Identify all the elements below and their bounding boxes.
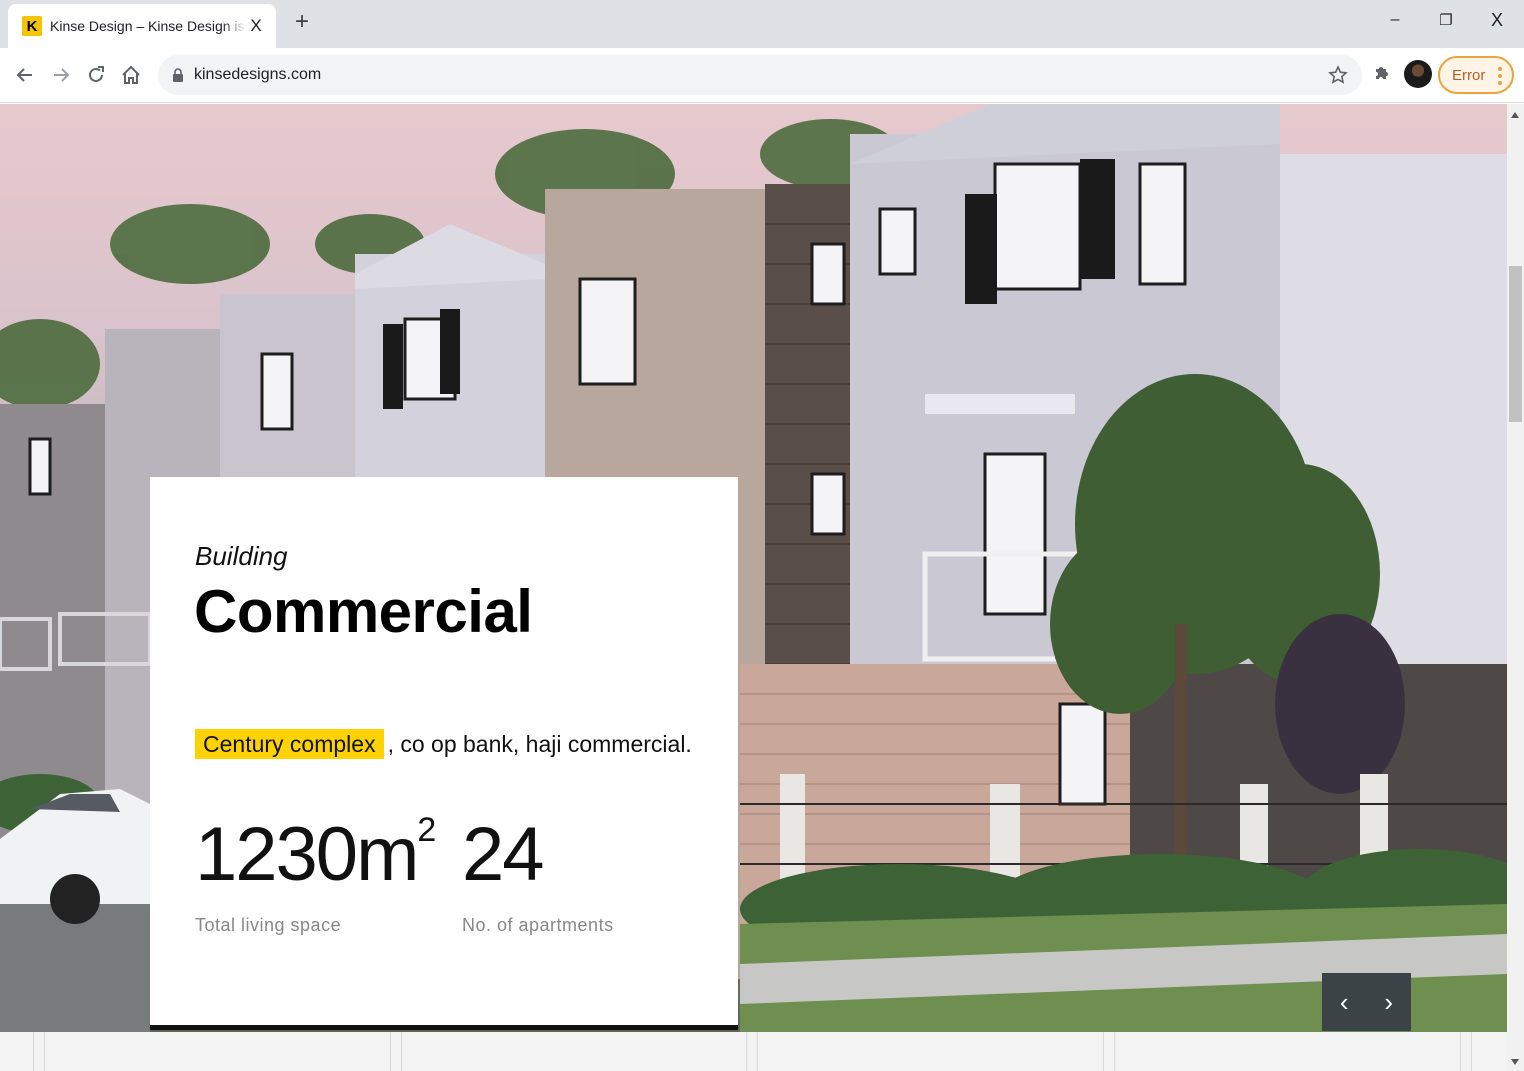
stat-value: 24 — [462, 812, 545, 897]
minimize-button[interactable]: – — [1372, 6, 1418, 34]
client-list: Century complex, co op bank, haji commer… — [195, 729, 692, 759]
site-favicon-icon: K — [22, 16, 42, 36]
column-divider — [746, 1032, 747, 1071]
category-headline: Commercial — [194, 578, 533, 645]
column-divider — [1460, 1032, 1461, 1071]
back-button[interactable] — [10, 60, 40, 90]
new-tab-button[interactable]: + — [288, 8, 316, 36]
forward-button[interactable] — [46, 60, 76, 90]
url-text: kinsedesigns.com — [194, 66, 322, 83]
slider-next-button[interactable]: › — [1367, 973, 1412, 1031]
column-divider — [390, 1032, 391, 1071]
slider-prev-button[interactable]: ‹ — [1322, 973, 1367, 1031]
restore-button[interactable]: ❐ — [1423, 6, 1469, 34]
scroll-down-arrow-icon[interactable] — [1511, 1059, 1519, 1065]
reload-icon — [89, 66, 104, 82]
home-icon — [122, 65, 140, 84]
hero-building-image: Building Commercial Century complex, co … — [0, 104, 1507, 1032]
project-info-card: Building Commercial Century complex, co … — [150, 477, 738, 1030]
column-divider — [33, 1032, 34, 1071]
tab-close-icon[interactable]: X — [246, 16, 266, 36]
scroll-up-arrow-icon[interactable] — [1511, 112, 1519, 118]
extensions-puzzle-icon[interactable] — [1372, 63, 1392, 88]
error-label: Error — [1452, 66, 1486, 84]
lock-icon — [173, 68, 183, 82]
column-divider — [44, 1032, 45, 1071]
profile-error-button[interactable]: Error — [1438, 56, 1514, 94]
stat-unit-superscript: 2 — [417, 811, 436, 849]
column-divider — [401, 1032, 402, 1071]
stat-living-space: 1230m2 Total living space — [195, 811, 436, 936]
stat-label: Total living space — [195, 915, 342, 935]
bookmark-star-icon[interactable] — [1328, 65, 1348, 90]
back-arrow-icon — [16, 68, 32, 82]
column-divider — [757, 1032, 758, 1071]
active-tab[interactable]: K Kinse Design – Kinse Design is a l X — [8, 4, 276, 48]
page-scrollbar[interactable] — [1507, 104, 1524, 1071]
browser-toolbar: kinsedesigns.com Error — [0, 48, 1524, 103]
kebab-menu-icon — [1498, 67, 1502, 88]
highlighted-client: Century complex — [195, 729, 384, 759]
reload-button[interactable] — [81, 60, 111, 90]
column-divider — [1103, 1032, 1104, 1071]
column-divider — [1471, 1032, 1472, 1071]
scrollbar-thumb[interactable] — [1509, 266, 1522, 422]
stat-label: No. of apartments — [462, 915, 614, 935]
window-close-button[interactable]: X — [1474, 6, 1520, 34]
tab-title: Kinse Design – Kinse Design is a l — [50, 18, 246, 34]
home-button[interactable] — [116, 60, 146, 90]
stat-value: 1230m2 — [195, 811, 436, 897]
page-viewport: Building Commercial Century complex, co … — [0, 104, 1507, 1071]
category-eyebrow: Building — [195, 541, 288, 571]
forward-arrow-icon — [54, 68, 70, 82]
column-divider — [1114, 1032, 1115, 1071]
slider-controls: ‹ › — [1322, 973, 1411, 1031]
tab-strip: K Kinse Design – Kinse Design is a l X +… — [0, 0, 1524, 48]
stat-apartments: 24 No. of apartments — [462, 817, 614, 936]
address-bar[interactable]: kinsedesigns.com — [158, 55, 1362, 95]
profile-avatar[interactable] — [1404, 60, 1432, 88]
next-section-strip — [0, 1032, 1507, 1071]
other-clients: , co op bank, haji commercial. — [387, 731, 692, 757]
